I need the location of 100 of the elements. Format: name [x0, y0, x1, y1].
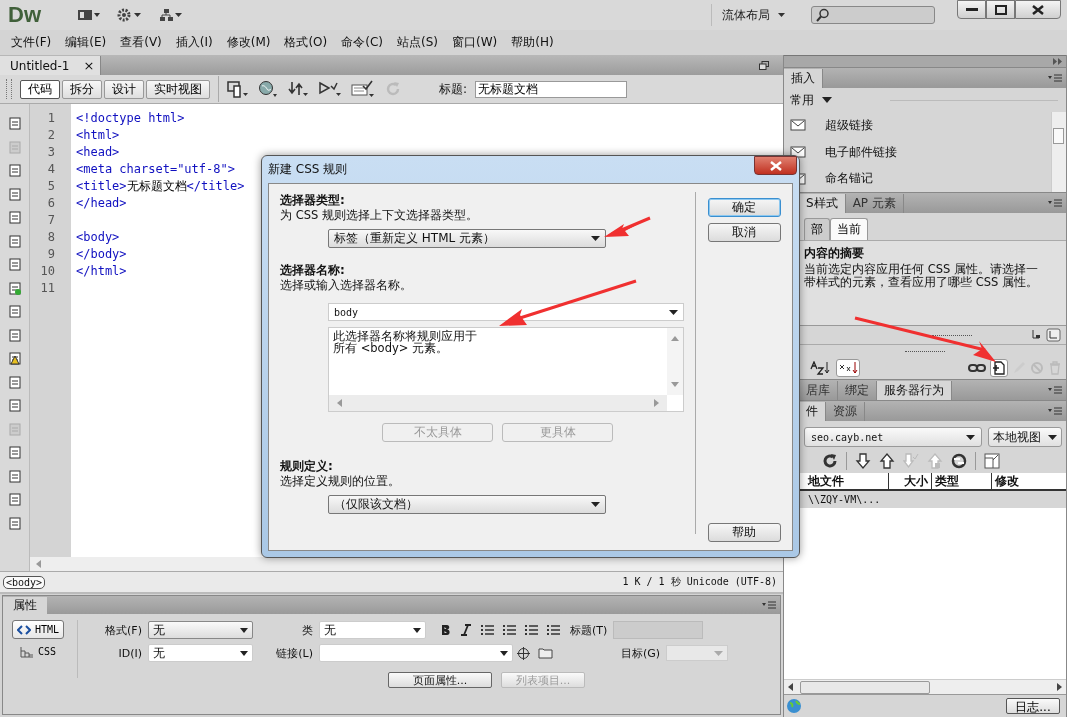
- format-select[interactable]: 无: [148, 621, 253, 639]
- menu-item[interactable]: 编辑(E): [58, 34, 114, 51]
- scroll-left-icon[interactable]: [788, 683, 793, 691]
- scroll-right-icon[interactable]: [1057, 683, 1062, 691]
- close-button[interactable]: [1015, 0, 1061, 19]
- close-tab-button[interactable]: ×: [83, 58, 95, 73]
- log-button[interactable]: 日志...: [1006, 698, 1060, 714]
- scroll-down-icon[interactable]: [671, 382, 679, 387]
- scroll-up-icon[interactable]: [671, 336, 679, 341]
- dialog-button[interactable]: 帮助: [707, 523, 781, 542]
- mode-button[interactable]: CSS: [14, 642, 62, 661]
- title-field[interactable]: [613, 621, 704, 639]
- bullet-list-icon[interactable]: [480, 624, 494, 636]
- transfer-icon[interactable]: [287, 80, 309, 98]
- panel-tab[interactable]: 服务器行为: [877, 381, 952, 400]
- tag-selector[interactable]: <body>: [3, 575, 46, 589]
- selector-name-field[interactable]: body: [328, 303, 684, 321]
- panel-tab[interactable]: 插入: [784, 69, 823, 88]
- check-page-icon[interactable]: [351, 80, 375, 98]
- collapse-panels-icon[interactable]: [1053, 58, 1062, 65]
- link-label: 链接(L): [275, 645, 314, 661]
- dropdown[interactable]: （仅限该文档）: [328, 495, 606, 514]
- view-button[interactable]: 设计: [104, 79, 144, 99]
- panel-menu-icon[interactable]: [762, 601, 776, 609]
- italic-icon[interactable]: [460, 624, 472, 636]
- maximize-button[interactable]: [986, 0, 1015, 19]
- menu-item[interactable]: 文件(F): [4, 34, 59, 51]
- class-select[interactable]: 无: [319, 621, 426, 639]
- check-out-icon[interactable]: [903, 453, 919, 469]
- category-dropdown[interactable]: 常用: [790, 91, 814, 109]
- caret-icon[interactable]: [778, 13, 785, 17]
- caret-icon[interactable]: [822, 97, 832, 103]
- panel-tab[interactable]: 资源: [826, 402, 865, 421]
- scrollbar-thumb[interactable]: [800, 680, 930, 694]
- menu-item[interactable]: 格式(O): [277, 34, 335, 51]
- panel-button[interactable]: 页面属性...: [388, 672, 492, 688]
- menu-item[interactable]: 窗口(W): [444, 34, 505, 51]
- dialog-button[interactable]: 取消: [707, 223, 781, 242]
- app-logo: Dw: [8, 2, 41, 28]
- restore-icon[interactable]: [759, 60, 769, 70]
- view-button[interactable]: 代码: [20, 79, 60, 99]
- dropdown[interactable]: 标签（重新定义 HTML 元素）: [328, 229, 606, 248]
- column-header[interactable]: 大小: [889, 473, 932, 489]
- menu-item[interactable]: 插入(I): [168, 34, 220, 51]
- sync-icon[interactable]: [951, 453, 967, 469]
- download-icon[interactable]: [855, 453, 871, 469]
- dialog-button[interactable]: 确定: [707, 198, 781, 217]
- folder-icon[interactable]: [538, 647, 553, 659]
- bold-icon[interactable]: [440, 624, 452, 636]
- scrollbar[interactable]: [1051, 112, 1066, 192]
- view-select[interactable]: 本地视图: [988, 427, 1062, 447]
- site-icon[interactable]: [159, 8, 183, 22]
- caret-icon: [714, 650, 724, 656]
- insert-item[interactable]: 命名锚记: [825, 170, 873, 188]
- site-select[interactable]: seo.cayb.net: [804, 427, 983, 447]
- minimize-button[interactable]: [957, 0, 986, 19]
- mode-button[interactable]: 当前: [830, 218, 868, 240]
- menu-item[interactable]: 站点(S): [390, 34, 445, 51]
- menu-item[interactable]: 修改(M): [219, 34, 278, 51]
- check-in-icon[interactable]: [927, 453, 943, 469]
- globe-icon[interactable]: [258, 80, 278, 98]
- panel-menu-icon[interactable]: [1048, 74, 1062, 82]
- document-icon[interactable]: [6, 116, 23, 132]
- menu-item[interactable]: 帮助(H): [504, 34, 561, 51]
- menu-item[interactable]: 查看(V): [113, 34, 169, 51]
- mode-button[interactable]: 部: [804, 218, 830, 240]
- column-header[interactable]: 修改: [992, 473, 1066, 489]
- mode-button[interactable]: HTML: [11, 620, 65, 639]
- menu-item[interactable]: 命令(C): [334, 34, 390, 51]
- title-field[interactable]: 无标题文档: [475, 80, 628, 98]
- document-tab[interactable]: Untitled-1 ×: [0, 56, 102, 75]
- panel-tab[interactable]: AP 元素: [845, 194, 904, 213]
- sort-icon[interactable]: [810, 361, 832, 375]
- devices-icon[interactable]: [227, 80, 249, 98]
- show-set-icon[interactable]: [836, 359, 860, 377]
- view-button[interactable]: 实时视图: [146, 79, 210, 99]
- panel-menu-icon[interactable]: [1048, 407, 1062, 415]
- insert-item[interactable]: 电子邮件链接: [825, 143, 897, 161]
- line-number: 7: [46, 212, 56, 229]
- css-icon: [19, 645, 34, 658]
- insert-item[interactable]: 超级链接: [825, 116, 873, 134]
- close-button[interactable]: [754, 156, 797, 175]
- panel-menu-icon[interactable]: [1048, 199, 1062, 207]
- preview-icon[interactable]: [318, 80, 342, 98]
- panel-tab[interactable]: 属性: [3, 597, 47, 614]
- attach-icon[interactable]: [968, 363, 986, 373]
- view-button[interactable]: 拆分: [62, 79, 102, 99]
- refresh-icon[interactable]: [822, 453, 838, 469]
- link-field[interactable]: [319, 644, 513, 662]
- id-select[interactable]: 无: [148, 644, 253, 662]
- layout-dropdown[interactable]: 流体布局: [722, 6, 770, 24]
- layout-icon[interactable]: [77, 9, 101, 21]
- crosshair-icon[interactable]: [517, 646, 530, 660]
- column-header[interactable]: 类型: [932, 473, 992, 489]
- warning-icon[interactable]: [6, 351, 23, 367]
- layout-icon[interactable]: [1032, 328, 1062, 342]
- email-icon[interactable]: [790, 145, 806, 159]
- search-field[interactable]: [811, 6, 935, 24]
- panel-menu-icon[interactable]: [1048, 386, 1062, 394]
- upload-icon[interactable]: [879, 453, 895, 469]
